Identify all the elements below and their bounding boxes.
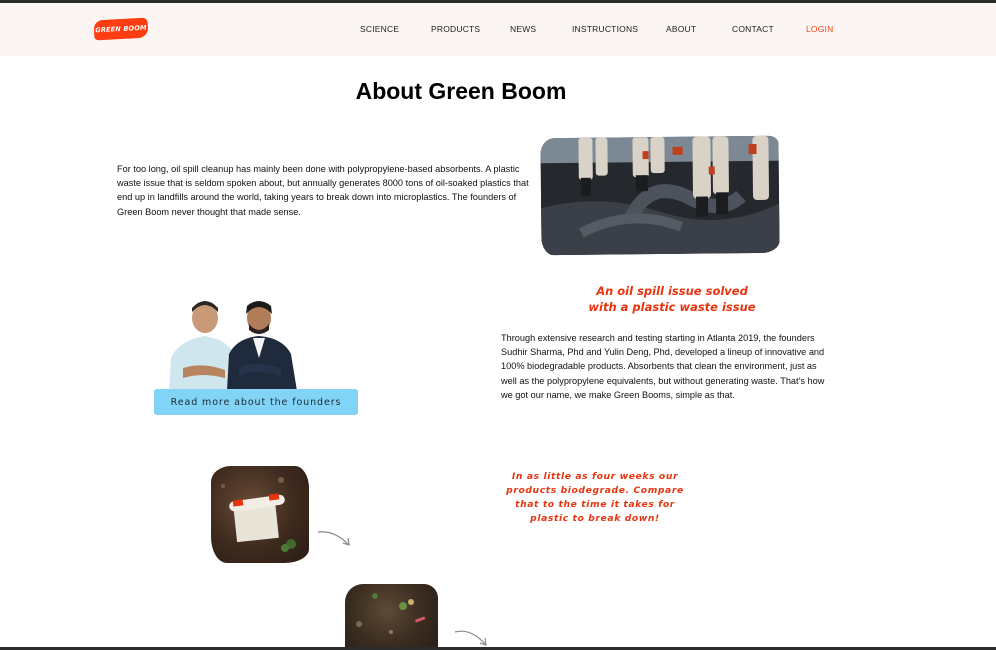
solution-heading-line1: An oil spill issue solved — [596, 284, 748, 298]
solution-paragraph: Through extensive research and testing s… — [501, 333, 825, 400]
nav-products[interactable]: PRODUCTS — [431, 24, 480, 34]
nav-about[interactable]: ABOUT — [666, 24, 696, 34]
biodegrade-quote: In as little as four weeks our products … — [506, 471, 684, 524]
degraded-boom-soil-photo — [345, 584, 438, 650]
site-header: GREEN BOOM SCIENCE PRODUCTS NEWS INSTRUC… — [0, 3, 996, 56]
page-title: About Green Boom — [355, 78, 567, 104]
solution-heading-line2: with a plastic waste issue — [588, 300, 756, 314]
intro-paragraph: For too long, oil spill cleanup has main… — [117, 164, 529, 217]
nav-login[interactable]: LOGIN — [806, 24, 833, 34]
arrow-right-icon — [454, 630, 487, 646]
nav-instructions[interactable]: INSTRUCTIONS — [572, 24, 638, 34]
solution-heading: An oil spill issue solved with a plastic… — [572, 283, 772, 315]
logo-text: GREEN BOOM — [95, 23, 147, 35]
nav-science[interactable]: SCIENCE — [360, 24, 399, 34]
boom-on-soil-photo — [211, 466, 309, 563]
founders-photo — [163, 296, 303, 391]
oil-spill-cleanup-photo — [540, 135, 780, 256]
nav-news[interactable]: NEWS — [510, 24, 536, 34]
arrow-right-icon — [317, 531, 350, 546]
nav-contact[interactable]: CONTACT — [732, 24, 774, 34]
read-more-founders-button[interactable]: Read more about the founders — [154, 389, 358, 415]
green-boom-logo[interactable]: GREEN BOOM — [93, 17, 149, 41]
